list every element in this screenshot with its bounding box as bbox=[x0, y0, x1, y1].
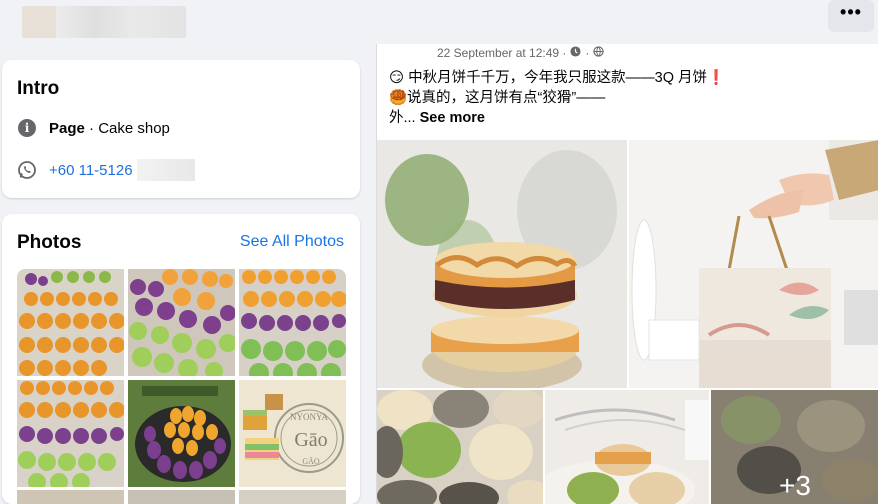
intro-title: Intro bbox=[17, 78, 60, 99]
post-image-sesame-cakes[interactable] bbox=[377, 390, 543, 504]
post-text: 😏 中秋月饼千千万，今年我只服这款——3Q 月饼❗ 🥮说真的，这月饼有点“狡猾”… bbox=[389, 68, 859, 128]
more-label: ••• bbox=[840, 2, 862, 22]
category-label: · Cake shop bbox=[84, 119, 170, 137]
see-more-link[interactable]: See more bbox=[416, 110, 485, 126]
post-line-3: 外... bbox=[389, 110, 416, 126]
more-photos-count: +3 bbox=[711, 390, 878, 504]
post-image-mooncake-plate[interactable] bbox=[545, 390, 709, 504]
blurred-phone-tail bbox=[136, 159, 195, 181]
whatsapp-icon bbox=[17, 160, 37, 180]
top-bar: ••• bbox=[0, 0, 878, 44]
photo-thumb-3[interactable] bbox=[239, 269, 346, 376]
photo-thumb-4[interactable] bbox=[17, 380, 124, 487]
globe-icon bbox=[593, 46, 605, 60]
post-card: 22 September at 12:49 · · 😏 中秋月饼千千万，今年我只… bbox=[376, 44, 878, 504]
photo-thumb-2[interactable] bbox=[128, 269, 235, 376]
blurred-page-name bbox=[56, 6, 186, 38]
thumb-logo-text-mid: Gāo bbox=[294, 429, 327, 451]
photo-thumb-8[interactable] bbox=[128, 490, 235, 504]
clock-icon bbox=[570, 46, 581, 60]
thumb-logo-text-top: NYONYA bbox=[290, 412, 329, 422]
photo-thumb-1[interactable] bbox=[17, 269, 124, 376]
post-image-gift-box[interactable] bbox=[629, 140, 878, 388]
meta-dot: · bbox=[585, 46, 590, 60]
page-category-row: i Page · Cake shop bbox=[17, 118, 170, 138]
photo-thumb-6[interactable]: NYONYA Gāo GĀO bbox=[239, 380, 346, 487]
photo-thumb-5[interactable] bbox=[128, 380, 235, 487]
blurred-avatar bbox=[22, 6, 56, 38]
post-image-mooncake-stack[interactable] bbox=[377, 140, 627, 388]
info-icon: i bbox=[17, 118, 37, 138]
intro-card: Intro i Page · Cake shop +60 11-5126 bbox=[2, 60, 360, 198]
photo-thumb-9[interactable] bbox=[239, 490, 346, 504]
post-meta: 22 September at 12:49 · · bbox=[437, 46, 605, 60]
photo-thumb-7[interactable] bbox=[17, 490, 124, 504]
see-all-photos-link[interactable]: See All Photos bbox=[240, 233, 344, 251]
post-line-1: 😏 中秋月饼千千万，今年我只服这款——3Q 月饼❗ bbox=[389, 70, 726, 86]
more-options-button[interactable]: ••• bbox=[828, 0, 874, 32]
post-timestamp[interactable]: 22 September at 12:49 · bbox=[437, 46, 566, 60]
phone-number[interactable]: +60 11-5126 bbox=[49, 162, 133, 179]
category-prefix: Page bbox=[49, 119, 85, 137]
photos-card: Photos See All Photos NYONYA Gāo GĀO bbox=[2, 214, 360, 504]
post-image-more[interactable]: +3 bbox=[711, 390, 878, 504]
thumb-logo-text-bottom: GĀO bbox=[302, 457, 320, 466]
phone-row[interactable]: +60 11-5126 bbox=[17, 159, 195, 181]
photos-title: Photos bbox=[17, 232, 82, 253]
post-line-2: 🥮说真的，这月饼有点“狡猾”—— bbox=[389, 90, 606, 106]
